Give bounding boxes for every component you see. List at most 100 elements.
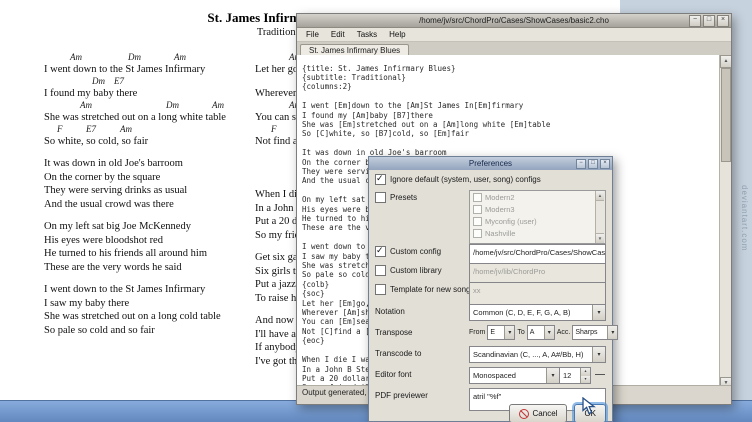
font-size-value: 12 [560,368,580,383]
lyric-line: She was stretched out on a long cold tab… [44,310,254,324]
lyric-line: On the corner by the square [44,171,254,185]
transpose-from-select[interactable]: E ▾ [487,325,515,340]
notation-value: Common (C, D, E, F, G, A, B) [473,308,571,317]
listbox-scrollbar: ▲ ▼ [595,191,605,243]
from-label: From [469,329,485,336]
window-titlebar[interactable]: /home/jv/src/ChordPro/Cases/ShowCases/ba… [297,14,731,28]
lyric-line: His eyes were bloodshot red [44,234,254,248]
ignore-default-label: Ignore default (system, user, song) conf… [390,175,541,184]
minimize-button[interactable]: − [689,15,701,27]
preset-label: Modern2 [485,193,515,202]
preset-label: Myconfig (user) [485,217,537,226]
to-label: To [517,329,524,336]
dialog-minimize-button[interactable]: − [576,159,586,169]
lyric-line: On my left sat big Joe McKennedy [44,220,254,234]
scroll-up-icon[interactable]: ▲ [720,55,731,68]
ignore-default-checkbox[interactable] [375,174,386,185]
wallpaper-watermark: deviantart.com [740,185,749,251]
menu-edit[interactable]: Edit [325,29,351,40]
editor-font-label: Editor font [375,370,411,379]
notation-label: Notation [375,307,405,316]
lyric-line: And the usual crowd was there [44,198,254,212]
chevron-down-icon[interactable]: ▾ [607,326,617,339]
chevron-down-icon[interactable]: ▾ [544,326,554,339]
chord: E7 [86,124,96,134]
lyric-line: She was stretched out on a long white ta… [44,111,254,124]
chord: F [271,124,277,134]
cancel-button[interactable]: Cancel [509,404,568,422]
presets-label: Presets [390,193,417,202]
preset-item: Myconfig (user) [470,215,605,227]
custom-library-checkbox[interactable] [375,265,386,276]
lyric-line: It was down in old Joe's barroom [44,157,254,171]
editor-font-value: Monospaced [473,371,516,380]
chord: E7 [114,76,124,86]
template-label: Template for new songs [390,285,475,294]
scroll-up-icon: ▲ [596,191,604,201]
font-sample-line [595,374,605,375]
to-value: A [530,329,535,336]
menu-tasks[interactable]: Tasks [351,29,383,40]
chord: Am [80,100,92,110]
dialog-body: Ignore default (system, user, song) conf… [369,170,612,421]
lyric-line: I found my baby there [44,87,254,100]
editor-scrollbar[interactable]: ▲ ▼ [719,55,731,390]
chevron-down-icon[interactable]: ▾ [592,305,605,320]
dialog-close-button[interactable]: × [600,159,610,169]
chord: Am [174,52,186,62]
chord-row: Am Dm Am [44,52,254,63]
transpose-to-select[interactable]: A ▾ [527,325,555,340]
lyric-line: So white, so cold, so fair [44,135,254,148]
dialog-titlebar[interactable]: Preferences − □ × [369,157,612,170]
presets-checkbox[interactable] [375,192,386,203]
chord-row: Dm E7 [44,76,254,87]
close-button[interactable]: × [717,15,729,27]
transcode-select[interactable]: Scandinavian (C, ..., A, A#/Bb, H) ▾ [469,346,606,363]
scrollbar-thumb[interactable] [721,68,731,162]
verse-3: On my left sat big Joe McKennedy His eye… [44,220,254,274]
font-size-spinner[interactable]: 12 ▴ ▾ [559,367,591,384]
custom-config-label: Custom config [390,247,441,256]
chord: Dm [92,76,105,86]
transcode-label: Transcode to [375,349,421,358]
verse-4: I went down to the St James Infirmary I … [44,283,254,337]
spinner-down-icon[interactable]: ▾ [581,376,590,384]
preset-checkbox [473,229,482,238]
notation-select[interactable]: Common (C, D, E, F, G, A, B) ▾ [469,304,606,321]
from-value: E [490,329,495,336]
spinner-up-icon[interactable]: ▴ [581,368,590,376]
lyric-line: He turned to his friends all around him [44,247,254,261]
preset-checkbox [473,193,482,202]
chord: Dm [128,52,141,62]
verse-1: Am Dm Am I went down to the St James Inf… [44,52,254,148]
verse-2: It was down in old Joe's barroom On the … [44,157,254,211]
presets-listbox: Modern2 Modern3 Myconfig (user) Nashvill… [469,190,606,244]
scroll-down-icon: ▼ [596,233,604,243]
preset-checkbox [473,217,482,226]
dialog-maximize-button[interactable]: □ [588,159,598,169]
chevron-down-icon[interactable]: ▾ [546,368,559,383]
chevron-down-icon[interactable]: ▾ [592,347,605,362]
template-checkbox[interactable] [375,284,386,295]
preset-item: Nashville [470,227,605,239]
transcode-value: Scandinavian (C, ..., A, A#/Bb, H) [473,350,583,359]
custom-config-checkbox[interactable] [375,246,386,257]
chord: Am [70,52,82,62]
lyric-line: These are the very words he said [44,261,254,275]
chord: Am [212,100,224,110]
chord: Am [120,124,132,134]
menu-bar: File Edit Tasks Help [297,28,731,42]
menu-file[interactable]: File [300,29,325,40]
menu-help[interactable]: Help [383,29,411,40]
acc-value: Sharps [575,329,597,336]
preset-item: Modern2 [470,191,605,203]
mouse-cursor [582,397,598,415]
maximize-button[interactable]: □ [703,15,715,27]
chord-row: Am Dm Am [44,100,254,111]
custom-library-label: Custom library [390,266,442,275]
status-text: Output generated, [302,388,367,397]
accidentals-select[interactable]: Sharps ▾ [572,325,618,340]
lyric-line: I went down to the St James Infirmary [44,283,254,297]
chevron-down-icon[interactable]: ▾ [504,326,514,339]
editor-font-select[interactable]: Monospaced ▾ [469,367,560,384]
